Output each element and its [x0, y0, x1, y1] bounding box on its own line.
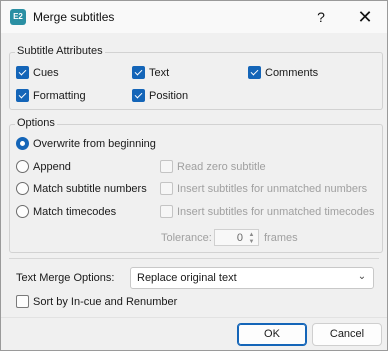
- checkbox-check-icon: [132, 89, 145, 102]
- comments-label: Comments: [265, 66, 319, 79]
- read-zero-subtitle-checkbox[interactable]: Read zero subtitle: [160, 160, 266, 173]
- radio-icon: [16, 160, 29, 173]
- read-zero-subtitle-label: Read zero subtitle: [177, 160, 266, 173]
- position-checkbox[interactable]: Position: [132, 89, 188, 102]
- formatting-checkbox[interactable]: Formatting: [16, 89, 86, 102]
- radio-match-timecodes[interactable]: Match timecodes: [16, 205, 116, 218]
- text-checkbox[interactable]: Text: [132, 66, 169, 79]
- text-merge-selected-value: Replace original text: [137, 272, 237, 284]
- subtitle-attributes-label: Subtitle Attributes: [15, 45, 105, 57]
- ok-button[interactable]: OK: [237, 323, 307, 346]
- chevron-down-icon: ⌄: [357, 271, 367, 282]
- tolerance-spinner[interactable]: 0 ▲ ▼: [214, 229, 259, 246]
- help-button[interactable]: ?: [311, 7, 331, 27]
- close-icon: ✕: [357, 7, 373, 27]
- cues-checkbox[interactable]: Cues: [16, 66, 59, 79]
- text-merge-options-select[interactable]: Replace original text ⌄: [130, 267, 374, 289]
- checkbox-check-icon: [16, 66, 29, 79]
- dialog-title: Merge subtitles: [33, 10, 115, 24]
- close-button[interactable]: ✕: [353, 6, 377, 28]
- radio-match-numbers[interactable]: Match subtitle numbers: [16, 182, 147, 195]
- spin-down-icon[interactable]: ▼: [247, 239, 256, 245]
- title-bar: E2 Merge subtitles ? ✕: [1, 1, 387, 33]
- checkbox-icon: [16, 295, 29, 308]
- checkbox-check-icon: [248, 66, 261, 79]
- tolerance-label: Tolerance:: [161, 232, 212, 244]
- frames-label: frames: [264, 232, 298, 244]
- checkbox-check-icon: [132, 66, 145, 79]
- insert-unmatched-timecodes-label: Insert subtitles for unmatched timecodes: [177, 205, 375, 218]
- checkbox-icon: [160, 182, 173, 195]
- sort-renumber-checkbox[interactable]: Sort by In-cue and Renumber: [16, 295, 177, 308]
- overwrite-label: Overwrite from beginning: [33, 137, 156, 150]
- tolerance-value: 0: [236, 232, 243, 244]
- radio-icon: [16, 182, 29, 195]
- checkbox-check-icon: [16, 89, 29, 102]
- text-merge-options-label: Text Merge Options:: [16, 272, 115, 284]
- insert-unmatched-numbers-checkbox[interactable]: Insert subtitles for unmatched numbers: [160, 182, 367, 195]
- sort-renumber-label: Sort by In-cue and Renumber: [33, 295, 178, 308]
- app-icon: E2: [10, 9, 26, 25]
- comments-checkbox[interactable]: Comments: [248, 66, 318, 79]
- cues-label: Cues: [33, 66, 59, 79]
- formatting-label: Formatting: [33, 89, 86, 102]
- append-label: Append: [33, 160, 71, 173]
- cancel-button[interactable]: Cancel: [312, 323, 382, 346]
- match-numbers-label: Match subtitle numbers: [33, 182, 147, 195]
- radio-append[interactable]: Append: [16, 160, 71, 173]
- spin-up-icon[interactable]: ▲: [247, 232, 256, 238]
- text-label: Text: [149, 66, 170, 79]
- insert-unmatched-numbers-label: Insert subtitles for unmatched numbers: [177, 182, 368, 195]
- position-label: Position: [149, 89, 189, 102]
- radio-icon: [16, 205, 29, 218]
- radio-selected-icon: [16, 137, 29, 150]
- footer-divider: [1, 317, 387, 318]
- radio-overwrite[interactable]: Overwrite from beginning: [16, 137, 156, 150]
- merge-subtitles-dialog: E2 Merge subtitles ? ✕ Subtitle Attribut…: [0, 0, 388, 351]
- insert-unmatched-timecodes-checkbox[interactable]: Insert subtitles for unmatched timecodes: [160, 205, 374, 218]
- match-timecodes-label: Match timecodes: [33, 205, 117, 218]
- separator: [9, 258, 379, 259]
- checkbox-icon: [160, 205, 173, 218]
- checkbox-icon: [160, 160, 173, 173]
- options-label: Options: [15, 117, 57, 129]
